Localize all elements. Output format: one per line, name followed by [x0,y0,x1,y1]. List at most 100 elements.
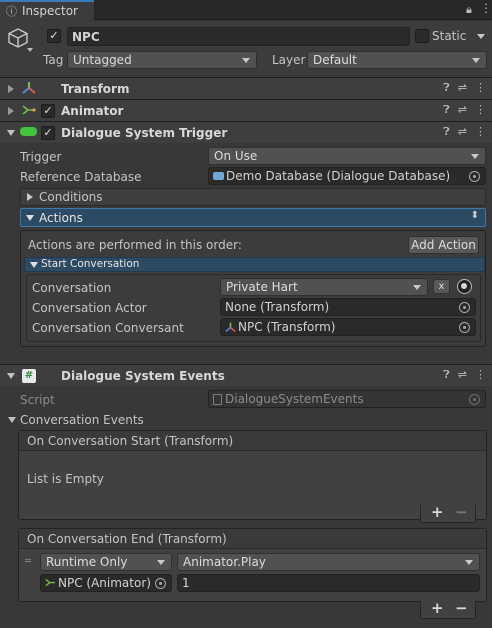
component-menu-icon[interactable]: ⋮ [475,81,486,95]
chevron-down-icon [471,154,479,159]
conversation-value: Private Hart [226,280,298,294]
fold-down-icon[interactable] [7,130,15,136]
static-label: Static [432,29,467,43]
object-picker-icon[interactable] [459,322,470,333]
chevron-down-icon [157,560,165,565]
menu-icon[interactable]: ⋮ [480,1,492,15]
start-conversation-header[interactable]: Start Conversation [24,257,485,272]
gameobject-header: ✓ NPC Static Tag Untagged Layer Default [0,21,492,75]
trigger-dropdown[interactable]: On Use [208,147,486,165]
icon-dropdown-icon[interactable] [27,48,33,52]
chevron-down-icon [472,58,480,63]
actions-panel: Actions are performed in this order: Add… [20,230,486,347]
refdb-field[interactable]: Demo Database (Dialogue Database) [208,167,486,185]
animator-header[interactable]: ✓ Animator ❓︎ ⇌ ⋮ [0,99,492,121]
transform-title: Transform [61,81,130,96]
events-title: Dialogue System Events [61,368,225,383]
conv-start-event: On Conversation Start (Transform) List i… [18,430,487,520]
layer-value: Default [313,53,357,67]
object-picker-icon[interactable] [459,302,470,313]
tag-dropdown[interactable]: Untagged [67,51,257,69]
events-header[interactable]: # Dialogue System Events ❓︎ ⇌ ⋮ [0,364,492,386]
add-event-button[interactable]: + [431,599,444,617]
trigger-value: On Use [214,149,258,163]
preset-icon[interactable]: ⇌ [458,103,467,117]
conversation-label: Conversation [32,281,112,295]
reorder-icon: ⬍ [470,210,479,221]
fold-right-icon[interactable] [8,107,14,115]
chevron-down-icon [413,285,421,290]
conversant-field[interactable]: NPC (Transform) [220,318,476,336]
drag-handle-icon[interactable]: ═ [25,556,31,567]
preset-icon[interactable]: ⇌ [458,125,467,139]
lock-icon[interactable]: 🔒︎ [466,3,472,17]
static-dropdown-icon[interactable] [477,34,485,39]
refdb-label: Reference Database [20,170,142,184]
trigger-enabled-checkbox[interactable]: ✓ [41,126,55,140]
actor-field[interactable]: None (Transform) [220,298,476,316]
static-checkbox[interactable] [415,29,429,43]
info-icon: ⓘ [6,5,17,18]
trigger-header[interactable]: ✓ Dialogue System Trigger ❓︎ ⇌ ⋮ [0,121,492,143]
add-event-button[interactable]: + [431,503,444,521]
help-icon[interactable]: ❓︎ [443,125,450,139]
fold-down-icon[interactable] [8,417,16,423]
layer-dropdown[interactable]: Default [307,51,487,69]
help-icon[interactable]: ❓︎ [443,81,450,95]
preset-icon[interactable]: ⇌ [458,368,467,382]
name-field[interactable]: NPC [67,27,410,46]
remove-event-button[interactable]: − [455,599,468,617]
component-menu-icon[interactable]: ⋮ [475,125,486,139]
clear-x-label: x [438,281,445,292]
active-checkbox[interactable]: ✓ [47,29,61,43]
add-action-button[interactable]: Add Action [408,236,479,254]
object-picker-icon[interactable] [155,578,166,589]
animator-icon [45,578,56,587]
fold-right-icon[interactable] [8,85,14,93]
conv-end-title: On Conversation End (Transform) [27,532,227,546]
tag-value: Untagged [73,53,132,67]
actions-foldout[interactable]: Actions ⬍ [20,208,486,227]
target-object-field[interactable]: NPC (Animator) [40,574,172,592]
refdb-value: Demo Database (Dialogue Database) [226,169,451,183]
record-icon[interactable] [457,279,472,294]
target-object-value: NPC (Animator) [58,576,151,590]
help-icon[interactable]: ❓︎ [443,368,450,382]
component-menu-icon[interactable]: ⋮ [475,368,486,382]
tag-label: Tag [43,53,64,67]
clear-conversation-button[interactable]: x [433,279,450,294]
tab-bar: ⓘ Inspector 🔒︎ ⋮ [0,0,492,20]
tab-inspector[interactable]: ⓘ Inspector [0,0,94,20]
animator-title: Animator [61,103,124,118]
fold-down-icon [30,262,38,268]
function-dropdown[interactable]: Animator.Play [177,553,480,571]
fold-down-icon[interactable] [7,373,15,379]
preset-icon[interactable]: ⇌ [458,81,467,95]
argument-field[interactable]: 1 [177,574,480,592]
actor-value: None (Transform) [225,300,330,314]
script-value: DialogueSystemEvents [225,392,364,406]
database-icon [213,172,224,180]
script-file-icon [213,393,222,405]
actor-label: Conversation Actor [32,301,147,315]
transform-icon [22,82,36,94]
component-menu-icon[interactable]: ⋮ [475,103,486,117]
conversation-dropdown[interactable]: Private Hart [220,278,428,296]
conversant-value: NPC (Transform) [238,320,336,334]
help-icon[interactable]: ❓︎ [443,103,450,117]
trigger-title: Dialogue System Trigger [61,125,228,140]
transform-header[interactable]: Transform ❓︎ ⇌ ⋮ [0,77,492,99]
conditions-foldout[interactable]: Conditions [20,188,486,206]
animator-enabled-checkbox[interactable]: ✓ [41,104,55,118]
conversation-events-label: Conversation Events [20,413,144,427]
runtime-value: Runtime Only [46,555,128,569]
runtime-dropdown[interactable]: Runtime Only [40,553,172,571]
remove-event-button[interactable]: − [455,503,468,521]
start-conversation-label: Start Conversation [41,258,140,270]
script-icon: # [22,369,36,383]
actions-label: Actions [39,211,83,225]
gameobject-cube-icon [8,28,28,48]
chevron-down-icon [242,58,250,63]
object-picker-icon[interactable] [469,171,480,182]
order-text: Actions are performed in this order: [28,238,242,252]
